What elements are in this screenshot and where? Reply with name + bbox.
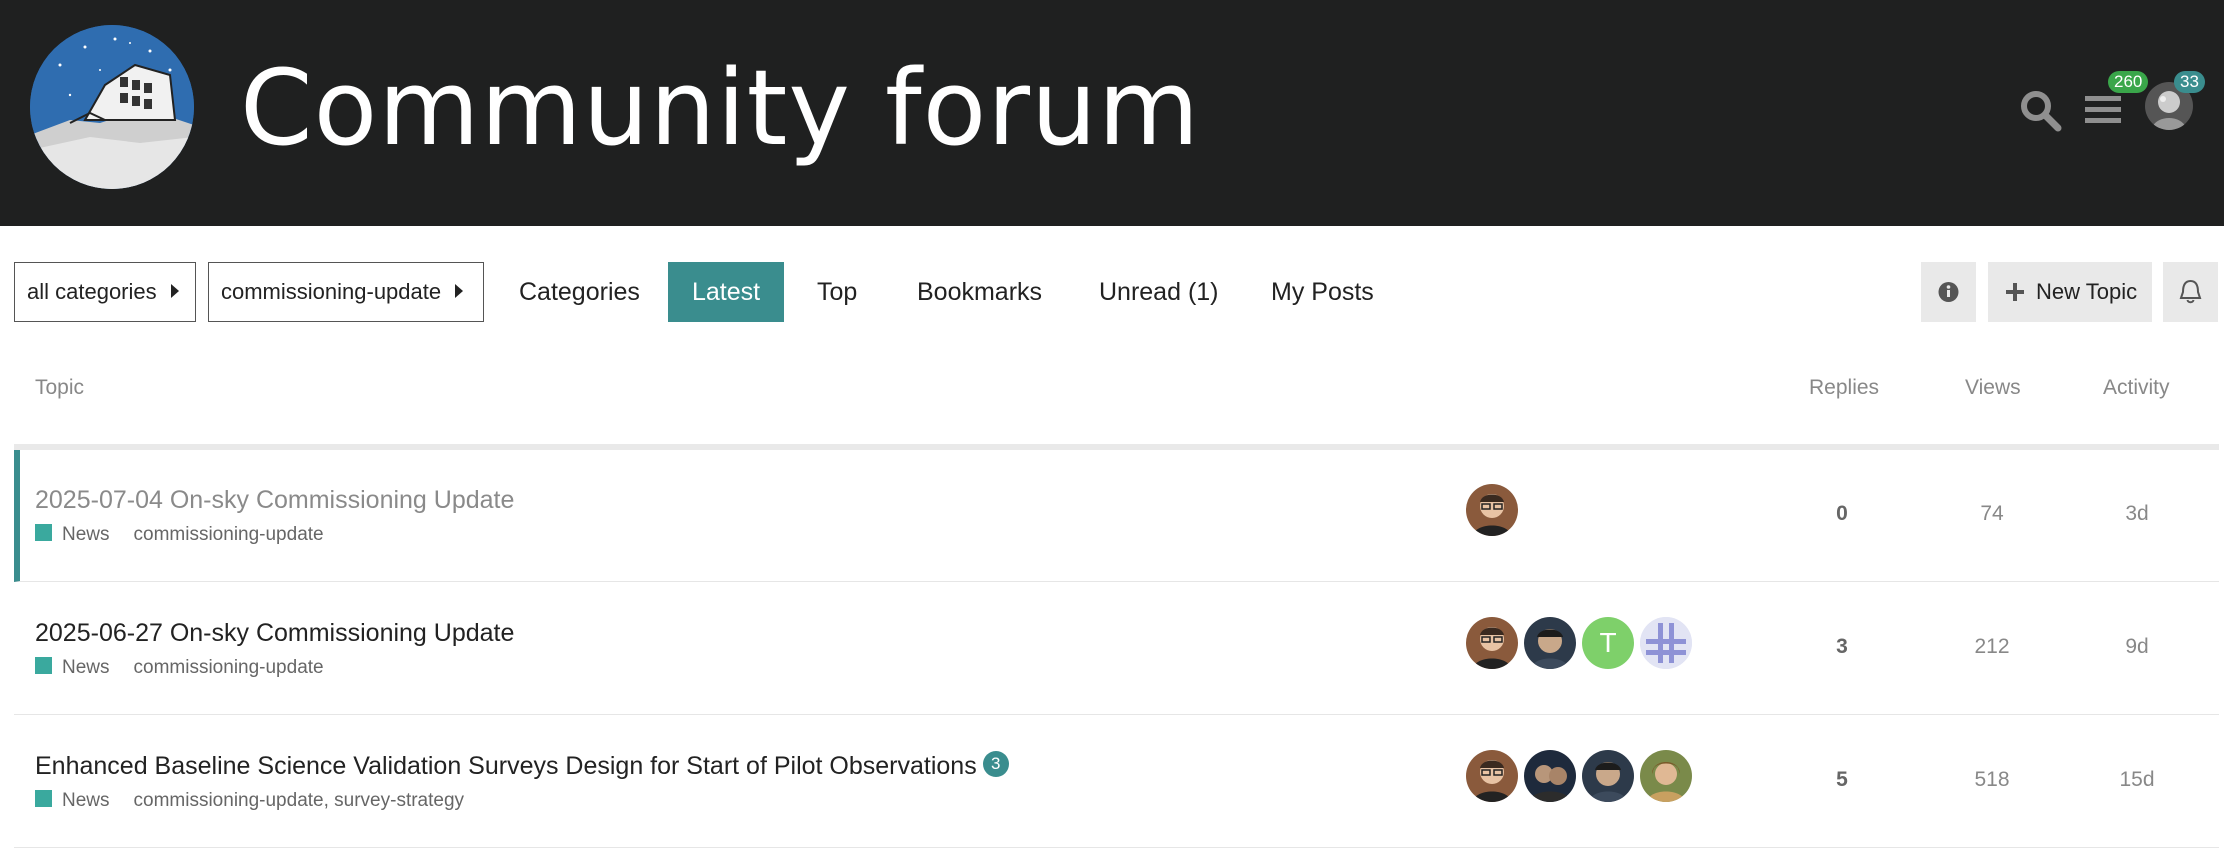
- activity-time[interactable]: 9d: [2077, 635, 2197, 659]
- topic-row: 2025-06-27 On-sky Commissioning Update N…: [14, 583, 2219, 715]
- poster-avatar[interactable]: [1524, 750, 1576, 802]
- column-header-activity[interactable]: Activity: [2103, 376, 2170, 400]
- topic-title: Enhanced Baseline Science Validation Sur…: [35, 751, 1009, 781]
- topic-title-link[interactable]: 2025-07-04 On-sky Commissioning Update: [35, 486, 514, 515]
- replies-count[interactable]: 3: [1782, 635, 1902, 659]
- nav-top[interactable]: Top: [793, 262, 881, 322]
- tag-dropdown-label: commissioning-update: [221, 279, 442, 304]
- tag-list[interactable]: commissioning-update: [134, 524, 324, 545]
- nav-my-posts[interactable]: My Posts: [1247, 262, 1398, 322]
- views-count: 74: [1980, 502, 2004, 525]
- tag-list[interactable]: commissioning-update, survey-strategy: [134, 790, 465, 811]
- site-logo[interactable]: [30, 25, 194, 189]
- category-link[interactable]: News: [62, 790, 110, 811]
- category-color-swatch: [35, 524, 52, 542]
- activity-time[interactable]: 15d: [2077, 768, 2197, 792]
- nav-categories[interactable]: Categories: [495, 262, 664, 322]
- category-color-swatch: [35, 790, 52, 808]
- site-title[interactable]: Community forum: [240, 48, 1200, 168]
- notifications-badge: 260: [2108, 71, 2149, 93]
- column-header-replies[interactable]: Replies: [1809, 376, 1879, 400]
- topic-title-link[interactable]: Enhanced Baseline Science Validation Sur…: [35, 752, 977, 780]
- category-link[interactable]: News: [62, 524, 110, 545]
- new-posts-badge[interactable]: 3: [982, 751, 1009, 777]
- new-topic-button[interactable]: New Topic: [1988, 262, 2152, 322]
- category-dropdown-label: all categories: [27, 279, 157, 304]
- replies-count[interactable]: 0: [1782, 502, 1902, 526]
- category-dropdown[interactable]: all categories: [14, 262, 196, 322]
- category-info-button[interactable]: [1921, 262, 1976, 322]
- nav-unread[interactable]: Unread (1): [1075, 262, 1243, 322]
- poster-avatar[interactable]: [1466, 750, 1518, 802]
- poster-avatar[interactable]: [1582, 750, 1634, 802]
- views-count: 212: [1974, 635, 2010, 658]
- category-color-swatch: [35, 657, 52, 675]
- notification-level-button[interactable]: [2163, 262, 2218, 322]
- replies-count[interactable]: 5: [1782, 768, 1902, 792]
- views-count: 518: [1974, 768, 2010, 791]
- poster-avatar[interactable]: [1640, 617, 1692, 669]
- poster-avatar[interactable]: [1466, 484, 1518, 536]
- caret-right-icon: [170, 284, 179, 299]
- new-topic-label: New Topic: [2036, 279, 2138, 304]
- topic-title-link[interactable]: 2025-06-27 On-sky Commissioning Update: [35, 619, 514, 648]
- site-header: Community forum 260 33: [0, 0, 2224, 226]
- topic-row: 2025-07-04 On-sky Commissioning Update N…: [14, 450, 2219, 582]
- column-header-topic[interactable]: Topic: [35, 376, 84, 400]
- bell-icon: [2179, 279, 2202, 304]
- info-icon: [1938, 282, 1959, 302]
- search-icon[interactable]: [2018, 88, 2064, 134]
- topic-row: Enhanced Baseline Science Validation Sur…: [14, 716, 2219, 848]
- topic-meta: News commissioning-update: [35, 657, 324, 679]
- poster-avatar[interactable]: [1640, 750, 1692, 802]
- poster-avatar[interactable]: [1524, 617, 1576, 669]
- topic-meta: News commissioning-update: [35, 524, 324, 546]
- poster-avatar[interactable]: [1466, 617, 1518, 669]
- plus-icon: [2006, 283, 2024, 301]
- tag-dropdown[interactable]: commissioning-update: [208, 262, 484, 322]
- activity-time[interactable]: 3d: [2077, 502, 2197, 526]
- column-header-views[interactable]: Views: [1965, 376, 2021, 400]
- nav-latest[interactable]: Latest: [668, 262, 785, 322]
- caret-right-icon: [455, 284, 464, 299]
- topic-meta: News commissioning-update, survey-strateg…: [35, 790, 464, 812]
- hamburger-menu-icon[interactable]: [2083, 90, 2123, 130]
- nav-bookmarks[interactable]: Bookmarks: [893, 262, 1066, 322]
- poster-letter-avatar[interactable]: T: [1582, 617, 1634, 669]
- messages-badge: 33: [2174, 71, 2205, 93]
- tag-list[interactable]: commissioning-update: [134, 657, 324, 678]
- category-link[interactable]: News: [62, 657, 110, 678]
- topic-navigation: all categories commissioning-update Cate…: [0, 226, 2224, 336]
